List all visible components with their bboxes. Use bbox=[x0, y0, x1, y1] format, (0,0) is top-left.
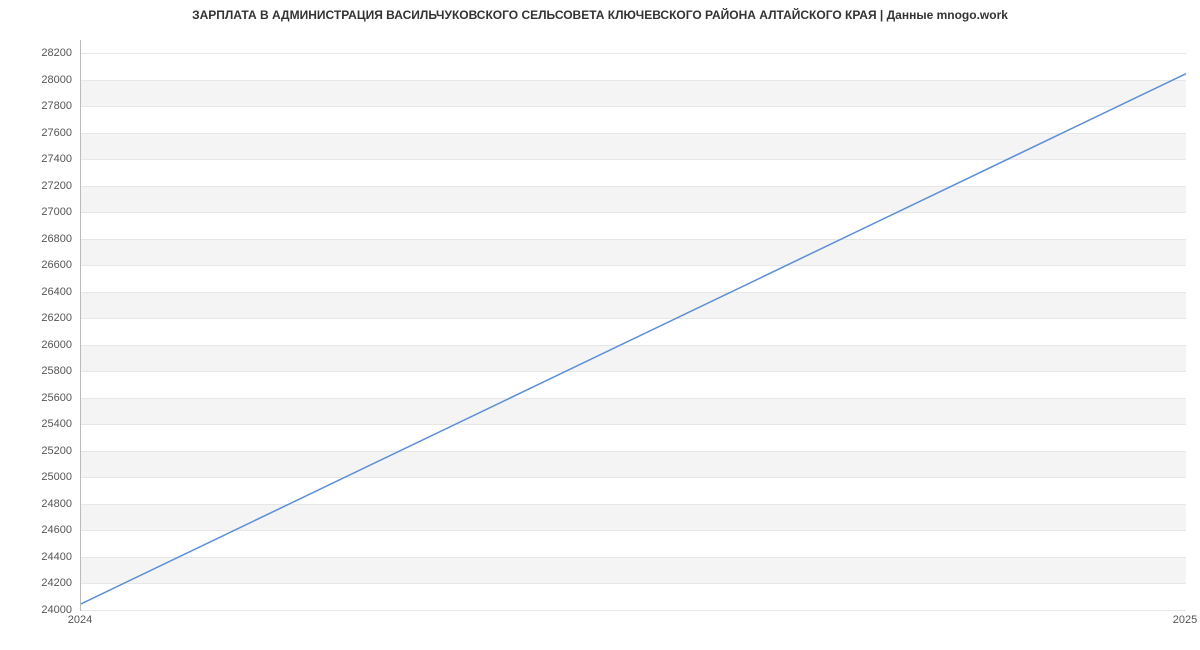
grid-line bbox=[81, 610, 1186, 611]
y-tick-label: 27800 bbox=[12, 100, 72, 112]
y-tick-label: 24600 bbox=[12, 524, 72, 536]
chart-title: ЗАРПЛАТА В АДМИНИСТРАЦИЯ ВАСИЛЬЧУКОВСКОГ… bbox=[0, 8, 1200, 22]
y-tick-label: 26800 bbox=[12, 233, 72, 245]
y-tick-label: 24200 bbox=[12, 577, 72, 589]
y-tick-label: 25400 bbox=[12, 418, 72, 430]
y-tick-label: 27000 bbox=[12, 206, 72, 218]
x-tick-label: 2025 bbox=[1173, 614, 1197, 626]
y-tick-label: 26000 bbox=[12, 339, 72, 351]
y-tick-label: 24000 bbox=[12, 604, 72, 616]
y-tick-label: 24400 bbox=[12, 551, 72, 563]
y-tick-label: 26200 bbox=[12, 312, 72, 324]
y-tick-label: 26400 bbox=[12, 286, 72, 298]
chart-container: ЗАРПЛАТА В АДМИНИСТРАЦИЯ ВАСИЛЬЧУКОВСКОГ… bbox=[0, 0, 1200, 650]
x-tick-label: 2024 bbox=[68, 614, 92, 626]
y-tick-label: 28000 bbox=[12, 74, 72, 86]
data-line bbox=[81, 40, 1186, 610]
y-tick-label: 26600 bbox=[12, 259, 72, 271]
y-tick-label: 27600 bbox=[12, 127, 72, 139]
y-tick-label: 28200 bbox=[12, 47, 72, 59]
y-tick-label: 25800 bbox=[12, 365, 72, 377]
y-tick-label: 25200 bbox=[12, 445, 72, 457]
y-tick-label: 27400 bbox=[12, 153, 72, 165]
plot-area bbox=[80, 40, 1186, 611]
series-line bbox=[81, 74, 1186, 604]
y-tick-label: 24800 bbox=[12, 498, 72, 510]
y-tick-label: 25000 bbox=[12, 471, 72, 483]
y-tick-label: 27200 bbox=[12, 180, 72, 192]
y-tick-label: 25600 bbox=[12, 392, 72, 404]
